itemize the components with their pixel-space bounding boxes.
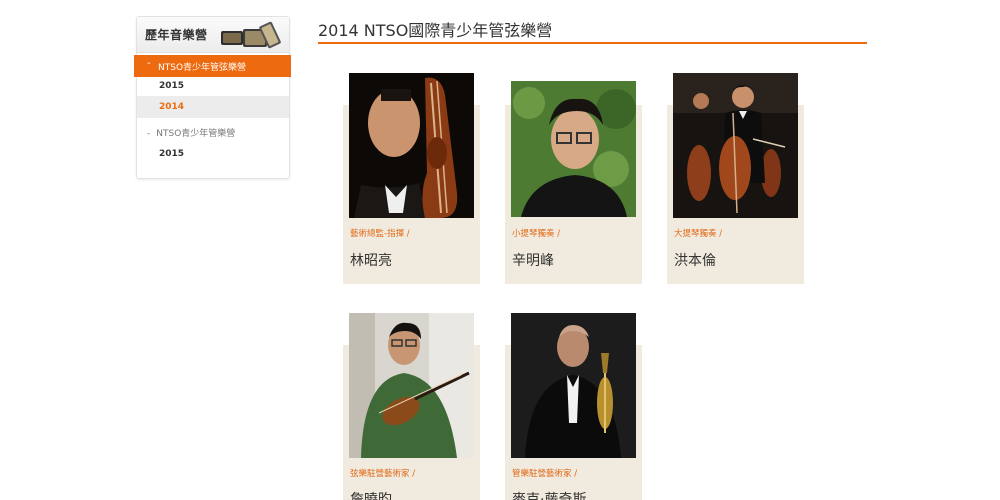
artist-card[interactable]: 小提琴獨奏 / 辛明峰 xyxy=(505,73,642,284)
title-divider xyxy=(318,42,867,44)
artist-photo xyxy=(673,73,798,218)
sidebar-item-wind-camp[interactable]: - NTSO青少年管樂營 xyxy=(147,126,235,139)
artist-photo xyxy=(511,313,636,458)
artist-card[interactable]: 大提琴獨奏 / 洪本倫 xyxy=(667,73,804,284)
artist-name[interactable]: 辛明峰 xyxy=(512,250,554,270)
artist-card[interactable]: 管樂駐營藝術家 / 麥克·藤奇斯 xyxy=(505,313,642,500)
artist-name[interactable]: 詹曉昀 xyxy=(350,489,392,500)
artist-name[interactable]: 洪本倫 xyxy=(674,250,716,270)
artist-role: 弦樂駐營藝術家 / xyxy=(350,469,416,479)
collapse-dash-icon: - xyxy=(147,58,151,69)
sidebar-item-orchestra-camp[interactable]: - NTSO青少年管弦樂營 xyxy=(134,55,291,77)
artist-photo xyxy=(511,81,636,217)
artist-name[interactable]: 林昭亮 xyxy=(350,250,392,270)
artist-card[interactable]: 弦樂駐營藝術家 / 詹曉昀 xyxy=(343,313,480,500)
artist-role: 管樂駐營藝術家 / xyxy=(512,469,578,479)
sidebar-year-2015[interactable]: 2015 xyxy=(159,81,184,91)
sidebar-item-label: NTSO青少年管弦樂營 xyxy=(158,63,247,73)
artist-photo xyxy=(349,313,474,458)
sidebar-year-2015-wind[interactable]: 2015 xyxy=(159,149,184,159)
artist-name[interactable]: 麥克·藤奇斯 xyxy=(512,489,586,500)
collapse-dash-icon: - xyxy=(147,129,151,139)
artist-card[interactable]: 藝術總監-指揮 / 林昭亮 xyxy=(343,73,480,284)
sidebar-header: 歷年音樂營 xyxy=(137,17,289,53)
sidebar-title: 歷年音樂營 xyxy=(145,28,208,42)
sidebar-year-2014[interactable]: 2014 xyxy=(159,102,184,112)
artist-photo xyxy=(349,73,474,218)
instrument-cases-icon xyxy=(221,21,281,49)
artist-role: 藝術總監-指揮 / xyxy=(350,229,410,239)
sidebar-item-label: NTSO青少年管樂營 xyxy=(156,129,236,139)
sidebar: 歷年音樂營 - NTSO青少年管弦樂營 2015 2014 - NTSO青少年管樂… xyxy=(134,16,291,179)
artist-role: 大提琴獨奏 / xyxy=(674,229,723,239)
artist-role: 小提琴獨奏 / xyxy=(512,229,561,239)
page-title: 2014 NTSO國際青少年管弦樂營 xyxy=(318,21,553,40)
